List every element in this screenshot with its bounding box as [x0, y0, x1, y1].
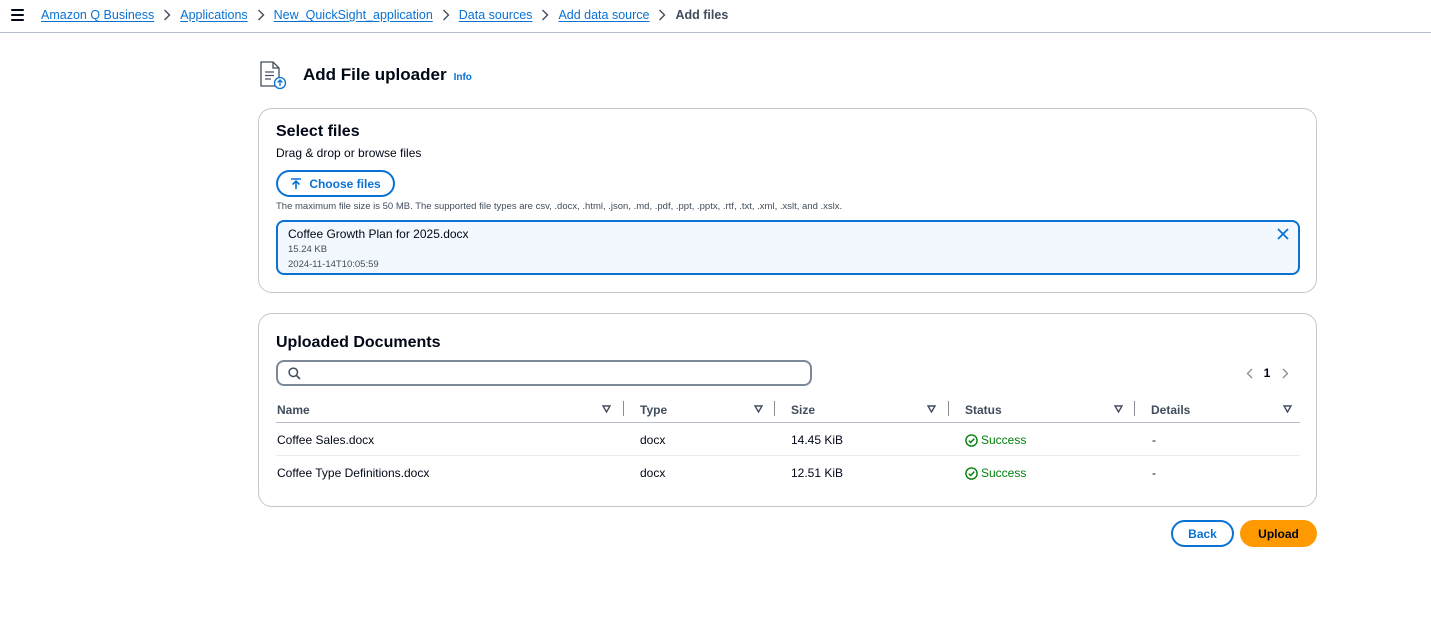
table-row: Coffee Type Definitions.docx docx 12.51 … [276, 456, 1300, 489]
file-constraint-text: The maximum file size is 50 MB. The supp… [276, 201, 843, 212]
back-button[interactable]: Back [1171, 520, 1234, 547]
cell-type: docx [640, 466, 666, 480]
select-files-panel: Select files Drag & drop or browse files… [258, 108, 1317, 293]
column-header-size[interactable]: Size [791, 403, 815, 417]
breadcrumb-application[interactable]: New_QuickSight_application [274, 8, 433, 22]
uploaded-documents-panel: Uploaded Documents 1 Name Type Size Stat… [258, 313, 1317, 507]
search-box [276, 360, 812, 386]
upload-icon [291, 177, 302, 189]
previous-page-button[interactable] [1238, 364, 1260, 382]
column-header-type[interactable]: Type [640, 403, 667, 417]
chevron-right-icon [649, 9, 675, 21]
document-upload-icon [260, 61, 287, 90]
selected-file-name: Coffee Growth Plan for 2025.docx [288, 227, 469, 241]
column-resizer[interactable] [948, 401, 949, 416]
breadcrumb-current: Add files [675, 8, 729, 22]
cell-status: Success [965, 433, 1026, 447]
cell-name: Coffee Sales.docx [277, 433, 375, 447]
search-input[interactable] [308, 364, 803, 382]
cell-details: - [1152, 466, 1156, 480]
sort-icon[interactable] [1114, 405, 1123, 413]
documents-table: Name Type Size Status Details Coffee Sal… [276, 396, 1300, 489]
success-check-icon [965, 466, 978, 480]
column-resizer[interactable] [1134, 401, 1135, 416]
pagination: 1 [1238, 364, 1296, 382]
cell-size: 12.51 KiB [791, 466, 844, 480]
column-resizer[interactable] [623, 401, 624, 416]
breadcrumb-add-data-source[interactable]: Add data source [558, 8, 649, 22]
column-header-status[interactable]: Status [965, 403, 1002, 417]
info-link[interactable]: Info [454, 72, 472, 83]
page-title: Add File uploader [303, 65, 447, 84]
breadcrumb: Amazon Q Business Applications New_Quick… [41, 8, 728, 22]
upload-button[interactable]: Upload [1240, 520, 1317, 547]
chevron-left-icon [1246, 368, 1252, 378]
status-text: Success [981, 433, 1027, 447]
selected-file-size: 15.24 KB [288, 244, 328, 255]
sort-icon[interactable] [602, 405, 611, 413]
choose-files-label: Choose files [309, 176, 381, 191]
cell-name: Coffee Type Definitions.docx [277, 466, 430, 480]
cell-size: 14.45 KiB [791, 433, 844, 447]
chevron-right-icon [433, 9, 459, 21]
next-page-button[interactable] [1274, 364, 1296, 382]
cell-status: Success [965, 466, 1026, 480]
success-check-icon [965, 433, 978, 447]
choose-files-button[interactable]: Choose files [276, 170, 395, 197]
close-icon[interactable] [1276, 227, 1290, 241]
breadcrumb-applications[interactable]: Applications [180, 8, 247, 22]
chevron-right-icon [154, 9, 180, 21]
column-resizer[interactable] [774, 401, 775, 416]
search-icon [288, 367, 301, 380]
select-files-title: Select files [276, 123, 360, 140]
sort-icon[interactable] [754, 405, 763, 413]
cell-type: docx [640, 433, 666, 447]
breadcrumb-data-sources[interactable]: Data sources [459, 8, 533, 22]
select-files-description: Drag & drop or browse files [276, 146, 422, 160]
cell-details: - [1152, 433, 1156, 447]
sort-icon[interactable] [927, 405, 936, 413]
status-text: Success [981, 466, 1027, 480]
hamburger-menu-icon[interactable] [11, 9, 25, 21]
uploaded-documents-title: Uploaded Documents [276, 334, 441, 351]
column-header-name[interactable]: Name [277, 403, 310, 417]
page-header: Add File uploader Info [258, 60, 472, 90]
selected-file-token: Coffee Growth Plan for 2025.docx 15.24 K… [276, 220, 1300, 275]
page-number[interactable]: 1 [1260, 366, 1274, 380]
breadcrumb-amazon-q-business[interactable]: Amazon Q Business [41, 8, 154, 22]
chevron-right-icon [532, 9, 558, 21]
sort-icon[interactable] [1283, 405, 1292, 413]
chevron-right-icon [1282, 368, 1288, 378]
table-row: Coffee Sales.docx docx 14.45 KiB Success… [276, 423, 1300, 456]
top-navigation: Amazon Q Business Applications New_Quick… [0, 0, 1431, 33]
column-header-details[interactable]: Details [1151, 403, 1190, 417]
selected-file-date: 2024-11-14T10:05:59 [288, 259, 379, 270]
table-header: Name Type Size Status Details [276, 396, 1300, 423]
chevron-right-icon [248, 9, 274, 21]
